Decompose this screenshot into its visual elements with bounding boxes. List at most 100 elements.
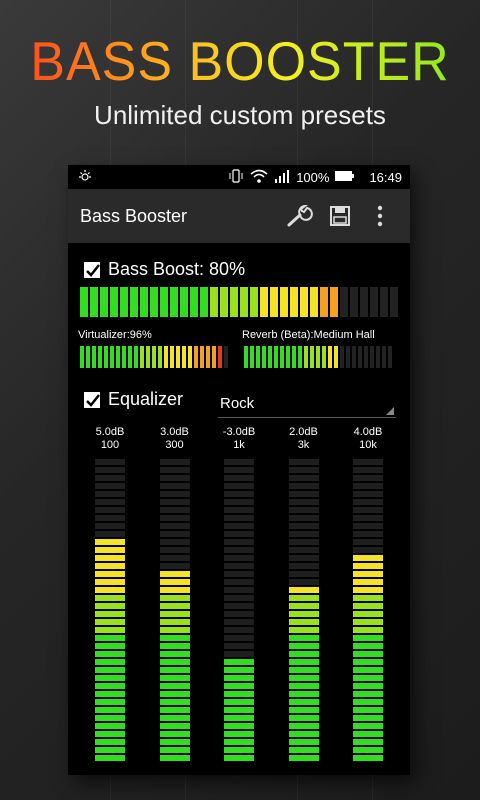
- eq-segment: [224, 483, 254, 489]
- eq-segment: [224, 667, 254, 673]
- eq-segment: [288, 555, 319, 561]
- eq-segment: [288, 659, 319, 665]
- wrench-icon[interactable]: [280, 205, 320, 227]
- eq-segment: [224, 499, 254, 505]
- eq-segment: [288, 611, 319, 617]
- meter-segment: [150, 287, 158, 317]
- meter-segment: [320, 287, 328, 317]
- eq-segment: [288, 651, 319, 657]
- eq-segment: [95, 707, 125, 713]
- eq-segment: [95, 715, 125, 721]
- meter-segment: [330, 287, 338, 317]
- eq-segment: [159, 467, 190, 473]
- meter-segment: [140, 346, 144, 368]
- eq-segment: [288, 539, 319, 545]
- eq-segment: [159, 723, 190, 729]
- eq-segment: [95, 611, 125, 617]
- eq-band-slider[interactable]: [288, 243, 319, 763]
- eq-segment: [288, 515, 319, 521]
- eq-segment: [159, 515, 190, 521]
- eq-segment: [159, 707, 190, 713]
- eq-segment: [95, 739, 125, 745]
- eq-segment: [159, 611, 190, 617]
- eq-segment: [224, 539, 254, 545]
- eq-segment: [288, 579, 319, 585]
- eq-segment: [95, 515, 125, 521]
- eq-segment: [159, 475, 190, 481]
- eq-segment: [95, 475, 125, 481]
- eq-segment: [95, 731, 125, 737]
- eq-segment: [353, 627, 383, 633]
- eq-segment: [95, 579, 125, 585]
- overflow-menu-icon[interactable]: [360, 205, 400, 227]
- eq-segment: [95, 675, 125, 681]
- eq-segment: [95, 555, 125, 561]
- eq-segment: [288, 563, 319, 569]
- eq-segment: [224, 595, 254, 601]
- eq-segment: [288, 459, 319, 465]
- eq-band-slider[interactable]: [353, 243, 383, 763]
- brightness-icon: [78, 169, 92, 186]
- eq-segment: [353, 755, 383, 761]
- meter-segment: [134, 346, 138, 368]
- eq-segment: [288, 603, 319, 609]
- eq-segment: [95, 587, 125, 593]
- eq-segment: [288, 707, 319, 713]
- meter-segment: [128, 346, 132, 368]
- eq-segment: [353, 579, 383, 585]
- eq-segment: [224, 723, 254, 729]
- eq-segment: [159, 635, 190, 641]
- eq-segment: [288, 507, 319, 513]
- eq-segment: [224, 459, 254, 465]
- eq-band-slider[interactable]: [95, 243, 125, 763]
- eq-segment: [224, 531, 254, 537]
- eq-segment: [353, 739, 383, 745]
- meter-segment: [200, 287, 208, 317]
- eq-segment: [288, 587, 319, 593]
- eq-segment: [224, 675, 254, 681]
- eq-segment: [353, 651, 383, 657]
- eq-segment: [288, 531, 319, 537]
- eq-segment: [159, 643, 190, 649]
- eq-segment: [95, 539, 125, 545]
- eq-segment: [353, 491, 383, 497]
- eq-segment: [288, 715, 319, 721]
- eq-segment: [159, 483, 190, 489]
- eq-segment: [159, 659, 190, 665]
- eq-segment: [95, 467, 125, 473]
- eq-segment: [353, 675, 383, 681]
- eq-segment: [95, 531, 125, 537]
- eq-segment: [353, 531, 383, 537]
- eq-segment: [353, 699, 383, 705]
- eq-segment: [353, 587, 383, 593]
- phone-screen: 100% 16:49 Bass Booster Bass Boost: 80% …: [68, 165, 410, 775]
- eq-segment: [224, 707, 254, 713]
- eq-segment: [288, 619, 319, 625]
- meter-segment: [80, 287, 88, 317]
- eq-segment: [159, 563, 190, 569]
- meter-segment: [212, 346, 216, 368]
- eq-segment: [159, 683, 190, 689]
- meter-segment: [210, 287, 218, 317]
- eq-segment: [159, 571, 190, 577]
- eq-band-slider[interactable]: [224, 243, 254, 763]
- meter-segment: [206, 346, 210, 368]
- vibrate-icon: [228, 168, 244, 186]
- eq-segment: [288, 475, 319, 481]
- eq-segment: [159, 531, 190, 537]
- meter-segment: [194, 346, 198, 368]
- eq-segment: [159, 747, 190, 753]
- eq-segment: [159, 555, 190, 561]
- eq-segment: [288, 723, 319, 729]
- eq-segment: [159, 715, 190, 721]
- eq-segment: [95, 491, 125, 497]
- eq-segment: [95, 747, 125, 753]
- eq-segment: [353, 723, 383, 729]
- meter-segment: [260, 287, 268, 317]
- promo-title: BASS BOOSTER: [0, 31, 480, 94]
- save-icon[interactable]: [320, 205, 360, 227]
- action-bar: Bass Booster: [68, 189, 410, 243]
- eq-band-slider[interactable]: [159, 243, 190, 763]
- eq-segment: [353, 635, 383, 641]
- eq-segment: [353, 523, 383, 529]
